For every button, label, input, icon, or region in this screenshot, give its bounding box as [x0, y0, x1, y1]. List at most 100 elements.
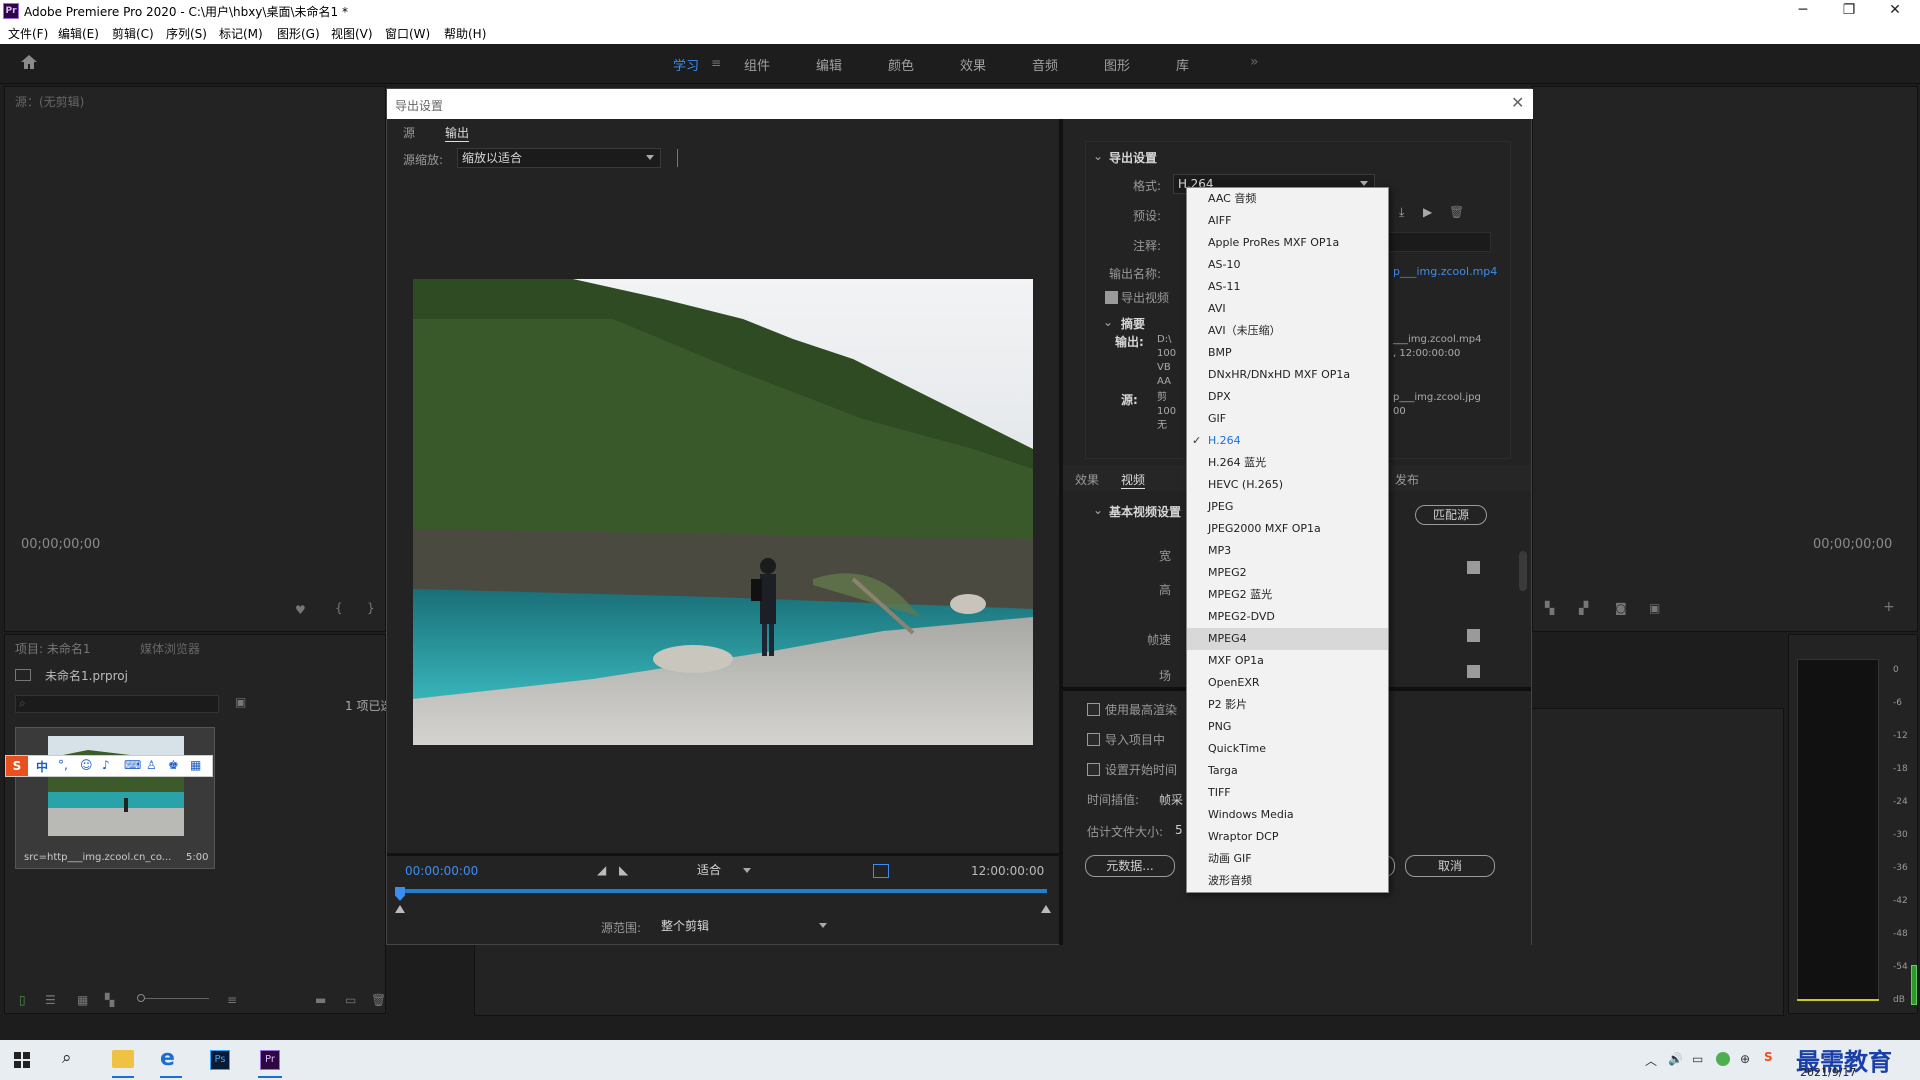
menu-marker[interactable]: 标记(M) [219, 25, 263, 42]
source-panel-title[interactable]: 源：(无剪辑) [15, 93, 84, 110]
ime-skin-icon[interactable]: ♚ [168, 758, 179, 772]
format-option[interactable]: DPX [1187, 386, 1388, 408]
format-option[interactable]: P2 影片 [1187, 694, 1388, 716]
format-option[interactable]: MXF OP1a [1187, 650, 1388, 672]
format-option[interactable]: BMP [1187, 342, 1388, 364]
time-interp-value[interactable]: 帧采 [1159, 791, 1183, 808]
minimize-button[interactable]: ─ [1780, 0, 1826, 22]
out-point-handle-icon[interactable] [1041, 905, 1051, 913]
tray-app-icon[interactable] [1716, 1052, 1730, 1066]
tab-output[interactable]: 输出 [445, 124, 470, 142]
dialog-close-icon[interactable]: ✕ [1511, 93, 1524, 112]
lift-icon[interactable]: ▚ [1545, 601, 1554, 615]
tab-effects[interactable]: 效果 [1075, 471, 1099, 488]
source-timecode[interactable]: 00;00;00;00 [21, 537, 100, 552]
source-range-bar[interactable] [399, 889, 1047, 893]
home-icon[interactable] [20, 54, 38, 70]
set-start-timecode-checkbox[interactable] [1087, 763, 1100, 776]
format-option[interactable]: AVI（未压缩） [1187, 320, 1388, 342]
export-video-checkbox[interactable] [1105, 291, 1118, 304]
menu-sequence[interactable]: 序列(S) [166, 25, 207, 42]
format-option[interactable]: AS-11 [1187, 276, 1388, 298]
ime-punct-icon[interactable]: °, [58, 758, 68, 772]
format-option[interactable]: MP3 [1187, 540, 1388, 562]
format-option[interactable]: Targa [1187, 760, 1388, 782]
set-out-point-icon[interactable]: ◣ [619, 863, 628, 877]
mark-in-icon[interactable]: { [335, 601, 343, 615]
windows-start-icon[interactable] [14, 1052, 30, 1068]
close-window-button[interactable]: ✕ [1872, 0, 1918, 22]
project-search-input[interactable] [15, 695, 219, 713]
workspace-tab-editing[interactable]: 编辑 [816, 55, 842, 74]
file-explorer-icon[interactable] [112, 1050, 134, 1068]
source-scale-dropdown[interactable]: 缩放以适合 [457, 148, 661, 168]
new-item-icon[interactable]: ▭ [345, 993, 356, 1007]
list-view-icon[interactable]: ☰ [45, 993, 56, 1007]
export-frame-icon[interactable]: ◙ [1615, 601, 1627, 615]
maximize-button[interactable]: ❐ [1826, 0, 1872, 22]
comparison-view-icon[interactable]: ▣ [1649, 601, 1660, 615]
workspace-tab-effects[interactable]: 效果 [960, 55, 986, 74]
new-bin-from-search-icon[interactable]: ▣ [235, 695, 246, 709]
format-option[interactable]: MPEG2 [1187, 562, 1388, 584]
format-option[interactable]: GIF [1187, 408, 1388, 430]
lock-icon[interactable]: ▯ [19, 993, 26, 1007]
frame-rate-checkbox[interactable] [1467, 629, 1480, 642]
format-option[interactable]: MPEG2-DVD [1187, 606, 1388, 628]
sogou-tray-icon[interactable]: S [1764, 1050, 1773, 1064]
freeform-view-icon[interactable]: ▚ [105, 993, 114, 1007]
format-option[interactable]: Windows Media [1187, 804, 1388, 826]
settings-scrollbar[interactable] [1519, 551, 1527, 591]
delete-preset-icon[interactable]: 🗑 [1449, 205, 1464, 219]
chevron-down-icon[interactable]: ⌄ [1103, 315, 1113, 329]
clip-thumbnail-card[interactable]: src=http___img.zcool.cn_co... 5:00 [15, 727, 215, 869]
workspace-tab-audio[interactable]: 音频 [1032, 55, 1058, 74]
format-option[interactable]: ✓ H.264 [1187, 430, 1388, 452]
format-option[interactable]: QuickTime [1187, 738, 1388, 760]
ime-user-icon[interactable]: ♙ [146, 758, 157, 772]
format-option[interactable]: AAC 音频 [1187, 188, 1388, 210]
photoshop-icon[interactable]: Ps [210, 1050, 230, 1070]
volume-icon[interactable]: 🔊 [1668, 1052, 1683, 1066]
format-option[interactable]: JPEG [1187, 496, 1388, 518]
format-option[interactable]: TIFF [1187, 782, 1388, 804]
search-icon[interactable]: ⌕ [62, 1048, 72, 1068]
format-option[interactable]: JPEG2000 MXF OP1a [1187, 518, 1388, 540]
menu-graphics[interactable]: 图形(G) [277, 25, 320, 42]
comment-input[interactable] [1383, 232, 1491, 252]
ime-voice-icon[interactable]: ♪ [102, 758, 110, 772]
tab-media-browser[interactable]: 媒体浏览器 [140, 640, 200, 657]
menu-help[interactable]: 帮助(H) [444, 25, 486, 42]
new-bin-icon[interactable]: ▬ [315, 993, 326, 1007]
format-option[interactable]: MPEG2 蓝光 [1187, 584, 1388, 606]
icon-view-icon[interactable]: ▦ [77, 993, 88, 1007]
chevron-down-icon[interactable]: ⌄ [1093, 149, 1103, 163]
tab-video[interactable]: 视频 [1121, 471, 1146, 489]
format-option[interactable]: DNxHR/DNxHD MXF OP1a [1187, 364, 1388, 386]
format-option[interactable]: AVI [1187, 298, 1388, 320]
chevron-down-icon[interactable]: ⌄ [1093, 503, 1103, 517]
format-option[interactable]: OpenEXR [1187, 672, 1388, 694]
workspace-tab-color[interactable]: 颜色 [888, 55, 914, 74]
format-option[interactable]: Apple ProRes MXF OP1a [1187, 232, 1388, 254]
edge-browser-icon[interactable]: e [160, 1046, 175, 1071]
menu-edit[interactable]: 编辑(E) [58, 25, 99, 42]
import-into-project-checkbox[interactable] [1087, 733, 1100, 746]
source-marker-icon[interactable]: ♥ [295, 603, 306, 617]
ime-tools-icon[interactable]: ▦ [190, 758, 201, 772]
format-option[interactable]: AS-10 [1187, 254, 1388, 276]
format-option[interactable]: HEVC (H.265) [1187, 474, 1388, 496]
menu-clip[interactable]: 剪辑(C) [112, 25, 154, 42]
metadata-button[interactable]: 元数据... [1085, 855, 1175, 877]
program-timecode[interactable]: 00;00;00;00 [1813, 537, 1892, 552]
workspace-tab-assembly[interactable]: 组件 [744, 55, 770, 74]
menu-window[interactable]: 窗口(W) [385, 25, 430, 42]
timecode-in[interactable]: 00:00:00:00 [405, 864, 478, 878]
add-button-icon[interactable]: + [1883, 599, 1895, 615]
use-max-render-checkbox[interactable] [1087, 703, 1100, 716]
workspace-tab-libraries[interactable]: 库 [1176, 55, 1189, 74]
menu-file[interactable]: 文件(F) [8, 25, 48, 42]
zoom-slider[interactable] [137, 991, 211, 1002]
in-point-handle-icon[interactable] [395, 905, 405, 913]
sogou-ime-icon[interactable]: S [6, 756, 28, 776]
